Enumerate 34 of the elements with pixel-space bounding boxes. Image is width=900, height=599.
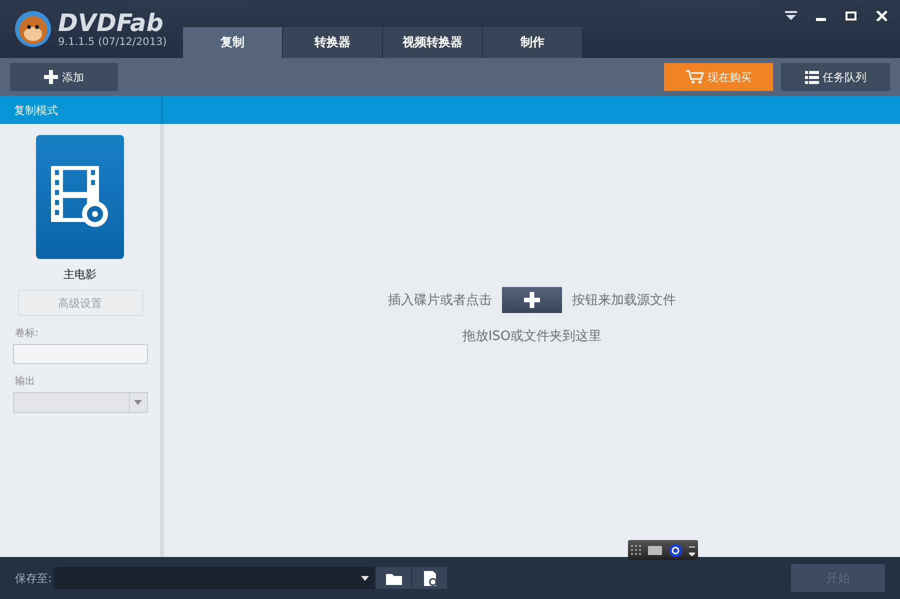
plus-icon [524, 292, 540, 308]
add-button[interactable]: 添加 [10, 63, 118, 91]
list-icon [804, 70, 818, 84]
monkey-logo-icon [14, 10, 52, 48]
folder-icon [386, 572, 402, 584]
task-queue-button[interactable]: 任务队列 [781, 63, 890, 91]
hint-text: 按钮来加载源文件 [572, 292, 676, 308]
tab[interactable]: 转换器 [283, 27, 382, 58]
plus-icon [44, 70, 58, 84]
disc-file-button[interactable] [412, 567, 447, 589]
logo-text: DVDFab [58, 10, 164, 36]
caret-icon [134, 400, 142, 405]
grip-icon [631, 545, 642, 555]
hint-text: 插入碟片或者点击 [388, 292, 492, 308]
cart-icon [686, 70, 704, 84]
tab[interactable]: 制作 [483, 27, 582, 58]
add-source-button[interactable] [502, 286, 562, 312]
volume-label-input[interactable] [12, 344, 148, 364]
keyboard-icon [648, 546, 662, 554]
caret-icon [361, 576, 369, 580]
mode-label: 主电影 [64, 267, 96, 282]
help-icon [668, 544, 682, 556]
scroll-arrows-icon [688, 544, 695, 556]
tab[interactable]: 视频转换器 [383, 27, 482, 58]
save-to-label: 保存至: [15, 570, 53, 586]
folder-button[interactable] [376, 567, 411, 589]
field-label: 输出 [15, 374, 35, 388]
film-disc-icon [51, 166, 109, 228]
tab[interactable]: 复制 [183, 27, 282, 58]
version-text: 9.1.1.5 (07/12/2013) [58, 36, 167, 48]
input-method-toolbar[interactable] [628, 540, 698, 560]
drop-hint-text: 拖放ISO或文件夹到这里 [462, 328, 602, 344]
field-label: 卷标: [15, 326, 38, 340]
main-movie-mode-card[interactable] [36, 135, 124, 259]
